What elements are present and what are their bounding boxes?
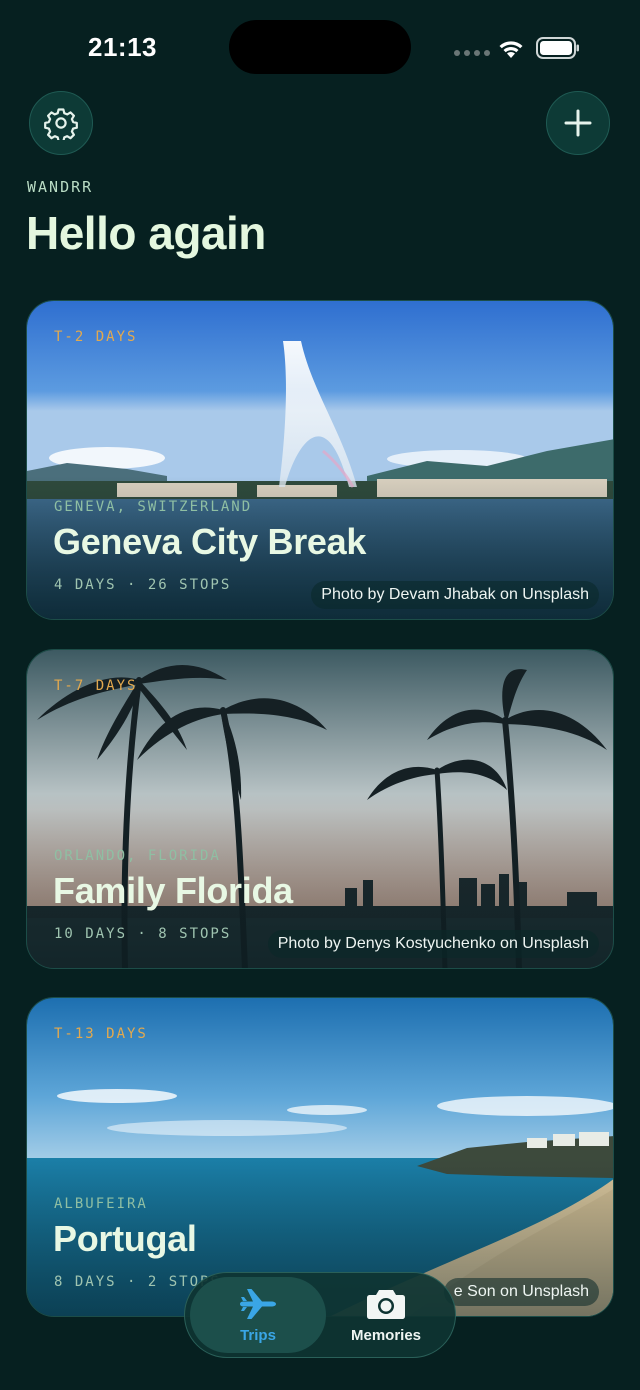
trip-meta: 4 DAYS · 26 STOPS — [54, 577, 232, 593]
settings-button[interactable] — [29, 91, 93, 155]
page-title: Hello again — [26, 207, 266, 259]
photo-credit[interactable]: Photo by Denys Kostyuchenko on Unsplash — [267, 930, 599, 958]
photo-credit[interactable]: e Son on Unsplash — [443, 1278, 599, 1306]
tab-memories-label: Memories — [350, 1326, 422, 1344]
add-trip-button[interactable] — [546, 91, 610, 155]
tab-memories[interactable]: Memories — [321, 1277, 451, 1353]
photo-credit[interactable]: Photo by Devam Jhabak on Unsplash — [311, 581, 599, 609]
trip-card-geneva[interactable]: T-2 DAYS GENEVA, SWITZERLAND Geneva City… — [26, 300, 614, 620]
app-name: WANDRR — [27, 178, 94, 196]
trip-countdown: T-7 DAYS — [54, 678, 138, 694]
status-time: 21:13 — [88, 32, 157, 62]
battery-icon — [536, 37, 579, 59]
tab-bar: Trips Memories — [184, 1272, 456, 1358]
cellular-signal-icon — [454, 50, 490, 56]
trip-card-portugal[interactable]: T-13 DAYS ALBUFEIRA Portugal 8 DAYS · 2 … — [26, 997, 614, 1317]
trip-title: Family Florida — [53, 870, 293, 911]
tab-trips[interactable]: Trips — [190, 1277, 326, 1353]
trip-meta: 10 DAYS · 8 STOPS — [54, 926, 232, 942]
trip-countdown: T-13 DAYS — [54, 1026, 148, 1042]
trip-countdown: T-2 DAYS — [54, 329, 138, 345]
gear-icon — [44, 108, 78, 140]
airplane-icon — [240, 1288, 276, 1319]
trip-location: ORLANDO, FLORIDA — [54, 848, 221, 864]
trip-title: Geneva City Break — [53, 521, 367, 562]
tab-trips-label: Trips — [240, 1326, 276, 1344]
status-bar: 21:13 — [0, 0, 640, 96]
plus-icon — [564, 109, 592, 137]
trip-title: Portugal — [53, 1218, 197, 1259]
camera-icon — [367, 1289, 405, 1319]
trip-location: ALBUFEIRA — [54, 1196, 148, 1212]
dynamic-island — [229, 20, 411, 74]
home-screen: 21:13 WANDRR Hello again T-2 DAYS GENEVA… — [0, 0, 640, 1390]
wifi-icon — [499, 41, 523, 58]
trip-location: GENEVA, SWITZERLAND — [54, 499, 253, 515]
trip-card-florida[interactable]: T-7 DAYS ORLANDO, FLORIDA Family Florida… — [26, 649, 614, 969]
